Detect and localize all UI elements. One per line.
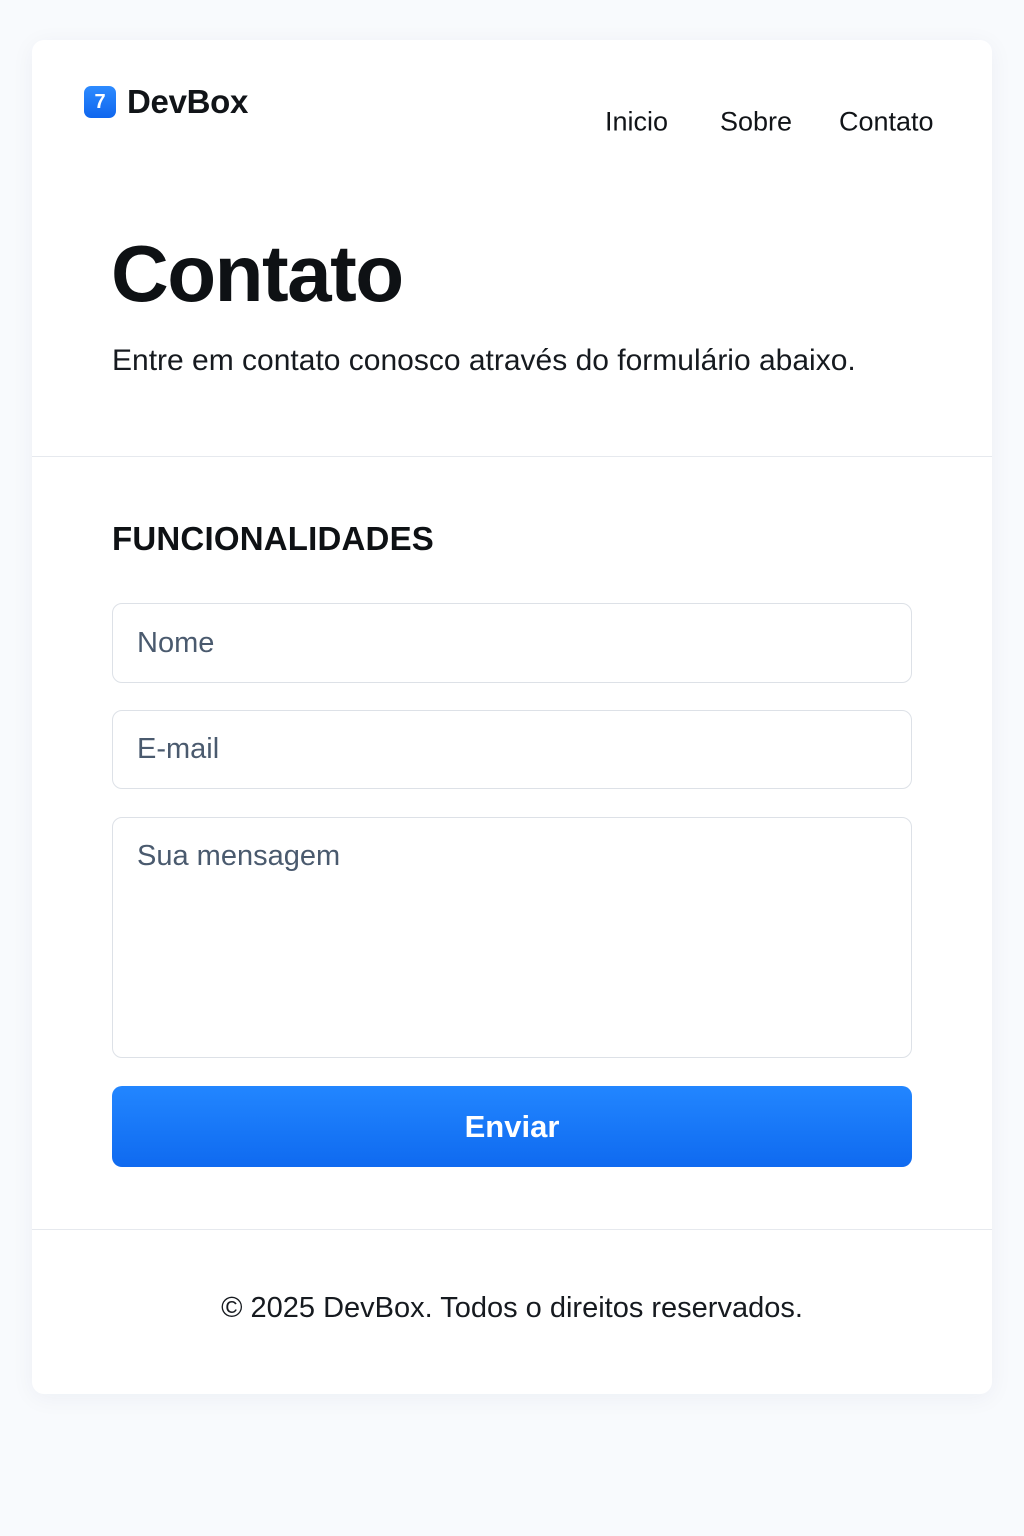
page-subtitle: Entre em contato conosco através do form… [112,344,856,377]
section-title: FUNCIONALIDADES [112,520,434,557]
submit-button[interactable]: Enviar [112,1086,912,1167]
page-card: 7 DevBox Inicio Sobre Contato Contato En… [32,40,992,1394]
navbar: 7 DevBox Inicio Sobre Contato [32,40,992,162]
footer-copyright: © 2025 DevBox. Todos o direitos reservad… [221,1292,803,1324]
email-input[interactable] [112,710,912,789]
message-textarea[interactable] [112,817,912,1058]
brand-name: DevBox [127,83,249,120]
nav-link-contato[interactable]: Contato [839,107,934,138]
brand-logo[interactable]: 7 DevBox [84,83,249,120]
nav-link-sobre[interactable]: Sobre [720,107,792,138]
devbox-logo-icon: 7 [84,86,116,118]
name-input[interactable] [112,603,912,683]
footer-divider [32,1229,992,1230]
section-divider [32,456,992,457]
nav-link-inicio[interactable]: Inicio [605,107,668,138]
page-title: Contato [111,229,404,318]
